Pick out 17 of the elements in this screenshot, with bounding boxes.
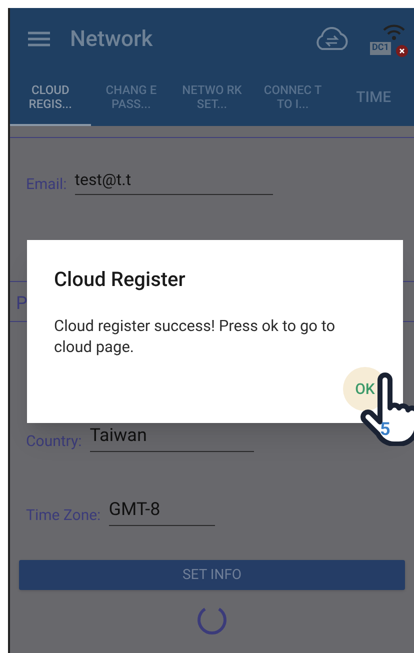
dialog-title: Cloud Register [54, 266, 186, 293]
wifi-icon [382, 23, 406, 41]
tab[interactable]: CONNEC T TO I... [252, 70, 334, 126]
set-info-button[interactable]: SET INFO [19, 560, 405, 590]
device-badge[interactable]: DC1 [370, 42, 391, 55]
email-field[interactable]: test@t.t [74, 168, 273, 195]
cloud-sync-icon[interactable] [314, 27, 350, 51]
app-bar-title: Network [70, 26, 154, 54]
time-zone-field[interactable]: GMT-8 [108, 496, 215, 526]
tab[interactable]: NETWO RK SET... [172, 70, 252, 126]
dialog-message: Cloud register success! Press ok to go to cloud page. [54, 316, 336, 358]
tab[interactable]: CHANG E PASS... [90, 70, 172, 126]
tab[interactable]: TIME [333, 70, 414, 126]
menu-icon[interactable] [28, 31, 50, 47]
error-icon [396, 45, 408, 57]
step-number: 5 [380, 418, 390, 442]
tab[interactable]: CLOUD REGIS... [10, 70, 91, 126]
